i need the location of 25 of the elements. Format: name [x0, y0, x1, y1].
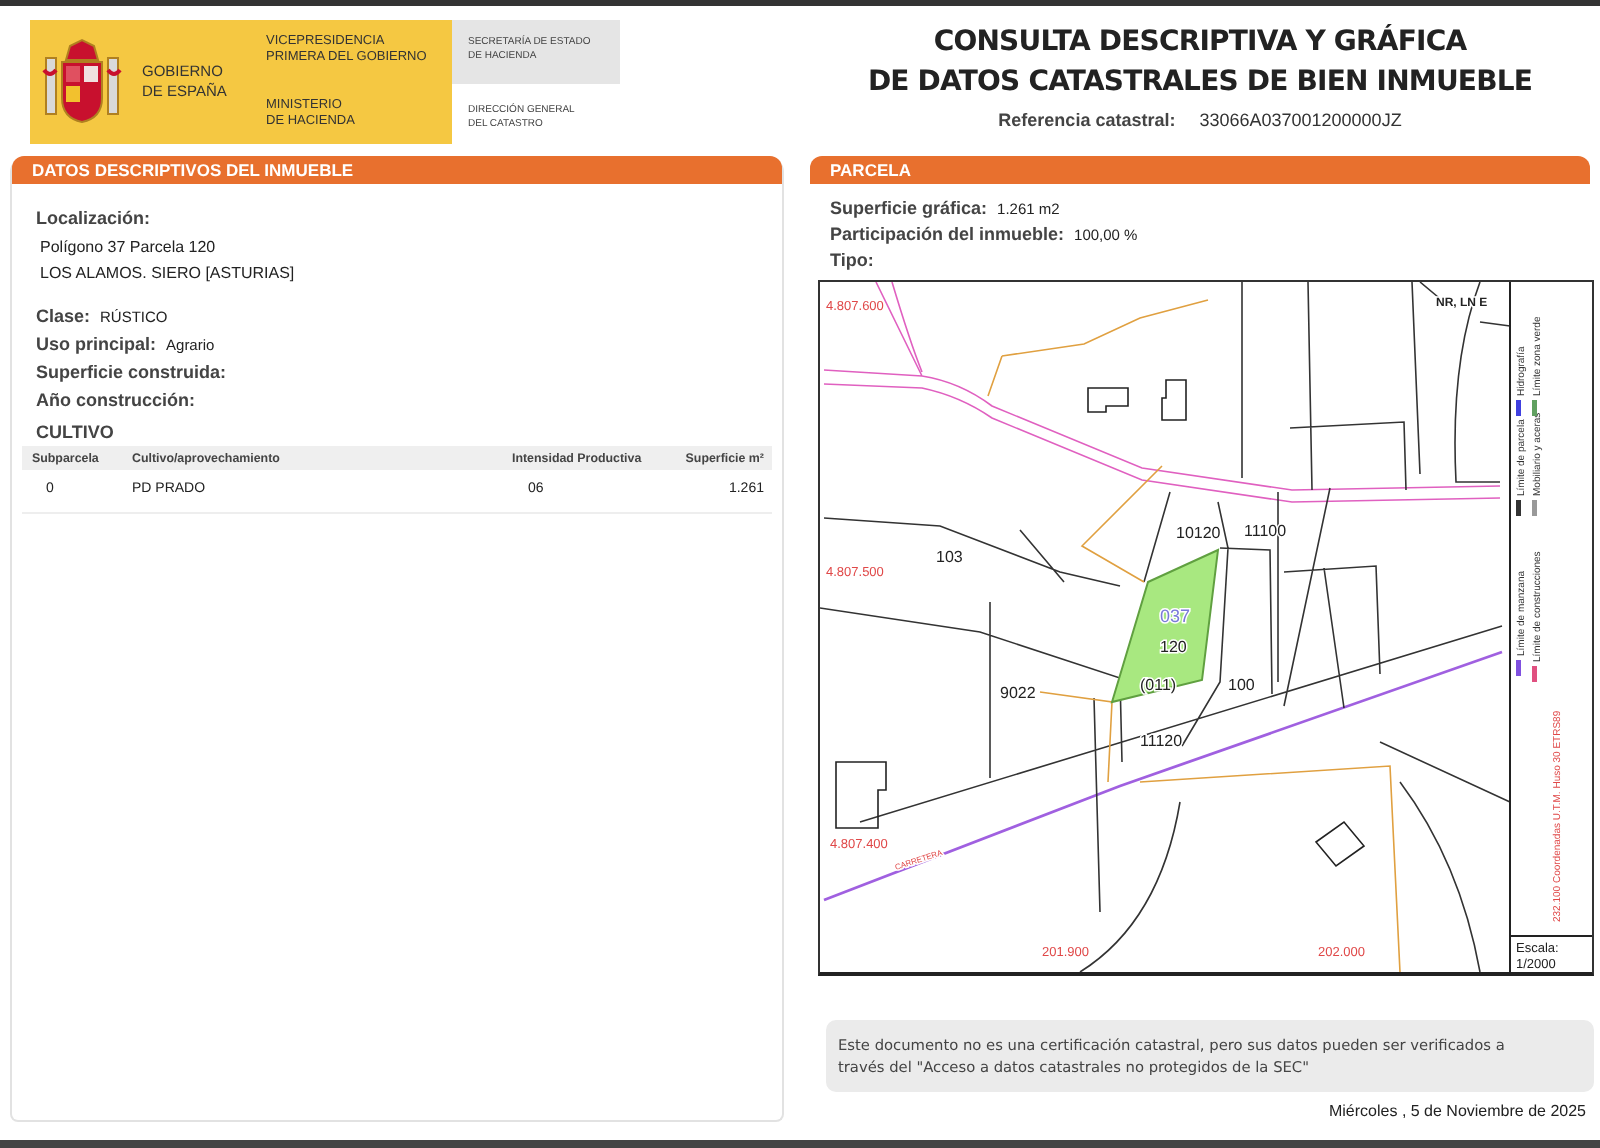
reference-value: 33066A037001200000JZ — [1199, 110, 1402, 130]
section-header: DATOS DESCRIPTIVOS DEL INMUEBLE — [12, 156, 782, 184]
field-label: Uso principal: — [36, 334, 157, 354]
date-text: Miércoles , 5 de Noviembre de 2025 — [1328, 1102, 1586, 1120]
address-line: LOS ALAMOS. SIERO [ASTURIAS] — [40, 262, 297, 286]
field-label: Tipo: — [830, 250, 874, 270]
document-title: CONSULTA DESCRIPTIVA Y GRÁFICA DE DATOS CATASTRALES DE BIEN INMUEBLE — [867, 22, 1533, 102]
map-label: 037 — [1160, 606, 1191, 626]
section-header: PARCELA — [810, 156, 1590, 184]
field-label: Superficie gráfica: — [830, 198, 988, 218]
map-label: 10120 — [1176, 524, 1221, 542]
reference-label: Referencia catastral: — [998, 110, 1176, 130]
field-label: Superficie construida: — [36, 362, 227, 382]
map-label: 100 — [1228, 676, 1255, 694]
field-label: Clase: — [36, 306, 91, 326]
map-label: 120 — [1160, 638, 1187, 656]
section-subtitle: CULTIVO — [36, 422, 116, 442]
field-label: Participación del inmueble: — [830, 224, 1065, 244]
map-label: 103 — [936, 548, 963, 566]
field-label: Año construcción: — [36, 390, 196, 410]
field-label: Localización: — [36, 208, 153, 228]
map-label: (011) — [1140, 676, 1177, 694]
map-label: 11120 — [1140, 732, 1183, 750]
address-line: Polígono 37 Parcela 120 — [40, 236, 218, 260]
map-label: 9022 — [1000, 684, 1036, 702]
